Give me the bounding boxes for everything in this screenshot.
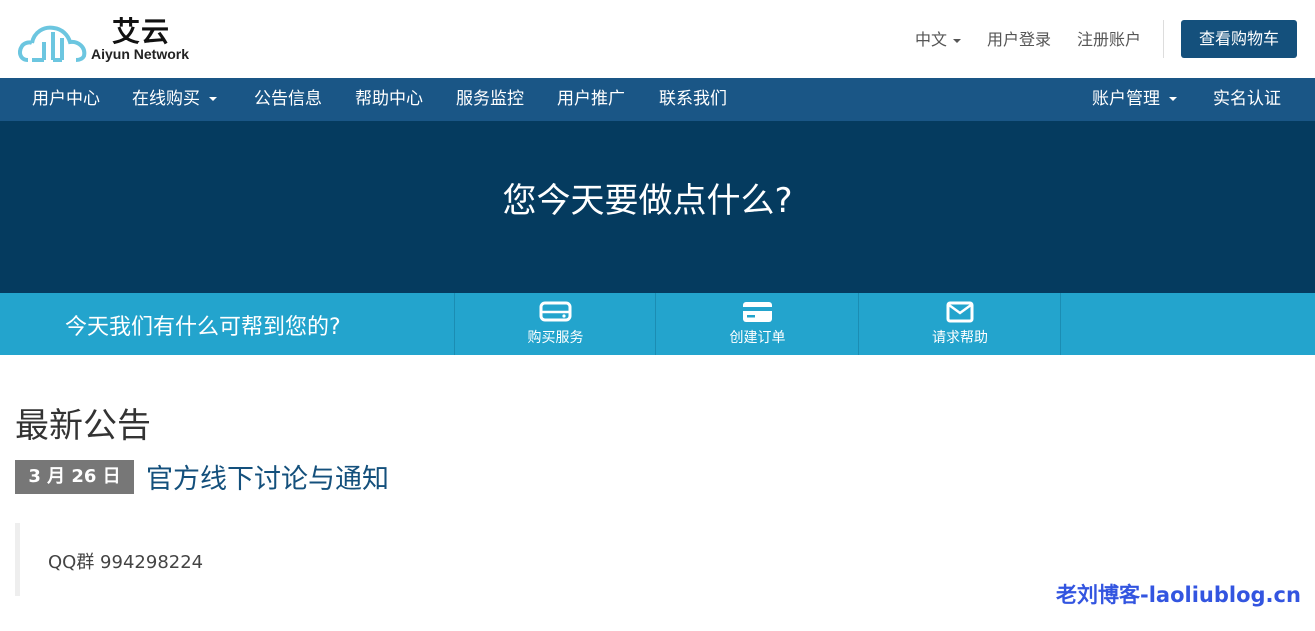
nav-label: 账户管理 xyxy=(1092,89,1160,109)
cloud-logo-icon xyxy=(18,25,87,62)
buy-service-button[interactable]: 购买服务 xyxy=(454,293,656,355)
envelope-icon xyxy=(946,301,974,323)
language-label: 中文 xyxy=(915,30,948,49)
buy-service-label: 购买服务 xyxy=(527,330,584,346)
nav-item-announcements[interactable]: 公告信息 xyxy=(254,78,322,121)
nav-item-buy-online[interactable]: 在线购买 xyxy=(132,78,217,121)
help-bar: 今天我们有什么可帮到您的? 购买服务 创建订单 请求帮助 xyxy=(0,293,1315,355)
nav-item-contact[interactable]: 联系我们 xyxy=(659,78,727,121)
help-bar-text: 今天我们有什么可帮到您的? xyxy=(65,315,341,340)
announcement-body: QQ群 994298224 xyxy=(15,523,420,596)
register-link[interactable]: 注册账户 xyxy=(1077,26,1141,50)
credit-card-icon xyxy=(743,302,772,322)
nav-item-user-center[interactable]: 用户中心 xyxy=(32,78,100,121)
main-nav: 用户中心 在线购买 公告信息 帮助中心 服务监控 用户推广 联系我们 账户管理 … xyxy=(0,78,1315,121)
hero-title: 您今天要做点什么? xyxy=(502,181,793,221)
server-icon xyxy=(539,301,572,322)
announcement-body-text: QQ群 994298224 xyxy=(48,552,204,573)
create-order-label: 创建订单 xyxy=(729,330,786,346)
nav-item-verification[interactable]: 实名认证 xyxy=(1213,78,1281,121)
hero-banner: 您今天要做点什么? xyxy=(0,121,1315,293)
section-title: 最新公告 xyxy=(15,406,151,446)
create-order-button[interactable]: 创建订单 xyxy=(655,293,859,355)
caret-down-icon xyxy=(209,97,217,101)
nav-label: 在线购买 xyxy=(132,89,200,109)
watermark: 老刘博客-laoliublog.cn xyxy=(1056,583,1301,607)
top-header: 艾云 Aiyun Network 中文 用户登录 注册账户 查看购物车 xyxy=(0,0,1315,78)
announcement-title-link[interactable]: 官方线下讨论与通知 xyxy=(146,457,389,496)
request-help-button[interactable]: 请求帮助 xyxy=(858,293,1061,355)
divider xyxy=(1163,20,1164,58)
nav-item-affiliate[interactable]: 用户推广 xyxy=(557,78,625,121)
date-badge: 3 月 26 日 xyxy=(15,460,134,494)
logo-name-cn: 艾云 xyxy=(112,15,171,48)
view-cart-button[interactable]: 查看购物车 xyxy=(1181,20,1297,58)
nav-item-help-center[interactable]: 帮助中心 xyxy=(355,78,423,121)
request-help-label: 请求帮助 xyxy=(932,330,988,346)
caret-down-icon xyxy=(953,38,962,43)
language-selector[interactable]: 中文 xyxy=(915,26,962,50)
caret-down-icon xyxy=(1169,97,1177,101)
nav-item-service-monitor[interactable]: 服务监控 xyxy=(456,78,524,121)
logo[interactable]: 艾云 Aiyun Network xyxy=(18,10,218,70)
login-link[interactable]: 用户登录 xyxy=(987,26,1051,50)
logo-name-en: Aiyun Network xyxy=(91,46,190,62)
help-bar-empty-cell xyxy=(1060,293,1315,355)
nav-item-account[interactable]: 账户管理 xyxy=(1092,78,1177,121)
